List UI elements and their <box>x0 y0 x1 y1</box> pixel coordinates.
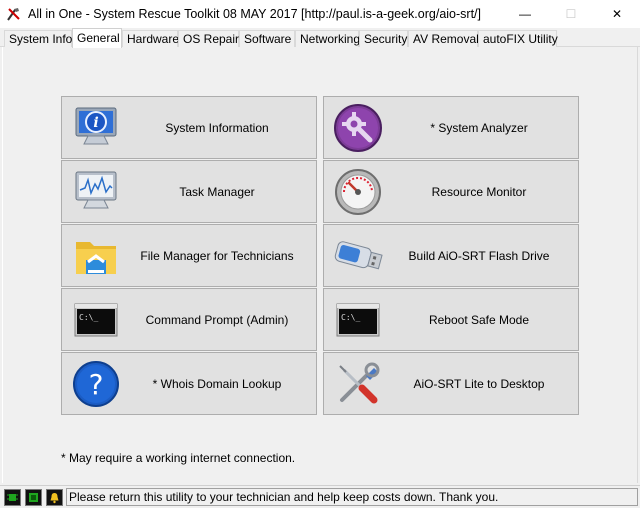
folder-icon <box>76 242 116 274</box>
lite-to-desktop-label: AiO-SRT Lite to Desktop <box>413 376 545 391</box>
usb-drive-icon <box>334 241 383 270</box>
tab-networking[interactable]: Networking <box>295 30 360 47</box>
chip-icon <box>4 488 21 506</box>
lite-to-desktop-button[interactable]: AiO-SRT Lite to Desktop <box>323 352 579 415</box>
tab-software[interactable]: Software <box>239 30 295 47</box>
tab-security[interactable]: Security <box>359 30 408 47</box>
tab-os-repair[interactable]: OS Repair <box>178 30 239 47</box>
svg-text:C:\_: C:\_ <box>79 313 98 322</box>
maximize-button[interactable]: ☐ <box>548 0 594 28</box>
system-analyzer-button[interactable]: * System Analyzer <box>323 96 579 159</box>
window-controls: — ☐ ✕ <box>502 0 640 28</box>
monitor-graph-icon <box>75 171 117 209</box>
app-icon <box>7 8 20 21</box>
monitor-info-icon: i <box>75 107 117 145</box>
build-flash-drive-label: Build AiO-SRT Flash Drive <box>408 248 550 263</box>
whois-lookup-label: * Whois Domain Lookup <box>152 376 282 391</box>
reboot-safe-mode-button[interactable]: C:\_ Reboot Safe Mode <box>323 288 579 351</box>
command-prompt-icon: C:\_ <box>74 303 118 337</box>
task-manager-label: Task Manager <box>179 184 255 199</box>
tab-general[interactable]: General <box>72 28 122 48</box>
svg-text:C:\_: C:\_ <box>341 313 360 322</box>
tab-strip: System Info General Hardware OS Repair S… <box>0 28 640 48</box>
file-manager-label: File Manager for Technicians <box>140 248 294 263</box>
svg-text:?: ? <box>89 368 104 401</box>
question-mark-icon: ? <box>73 361 119 407</box>
gauge-icon <box>335 169 381 215</box>
resource-monitor-button[interactable]: Resource Monitor <box>323 160 579 223</box>
whois-lookup-button[interactable]: ? * Whois Domain Lookup <box>61 352 317 415</box>
internet-footnote: * May require a working internet connect… <box>61 451 296 465</box>
tab-autofix-utility[interactable]: autoFIX Utility <box>478 30 558 47</box>
status-bar: Please return this utility to your techn… <box>0 485 640 508</box>
tab-system-info[interactable]: System Info <box>4 30 72 47</box>
build-flash-drive-button[interactable]: Build AiO-SRT Flash Drive <box>323 224 579 287</box>
command-prompt-icon: C:\_ <box>336 303 380 337</box>
command-prompt-label: Command Prompt (Admin) <box>145 312 289 327</box>
screwdriver-wrench-icon <box>339 362 380 404</box>
reboot-safe-mode-label: Reboot Safe Mode <box>428 312 530 327</box>
minimize-button[interactable]: — <box>502 0 548 28</box>
window-title: All in One - System Rescue Toolkit 08 MA… <box>28 7 481 21</box>
task-manager-button[interactable]: Task Manager <box>61 160 317 223</box>
system-information-button[interactable]: i System Information <box>61 96 317 159</box>
resource-monitor-label: Resource Monitor <box>431 184 527 199</box>
memory-icon <box>25 488 42 506</box>
system-analyzer-label: * System Analyzer <box>430 120 528 135</box>
title-bar: All in One - System Rescue Toolkit 08 MA… <box>0 0 640 28</box>
command-prompt-button[interactable]: C:\_ Command Prompt (Admin) <box>61 288 317 351</box>
system-information-label: System Information <box>165 120 269 135</box>
svg-text:i: i <box>93 115 98 131</box>
close-button[interactable]: ✕ <box>594 0 640 28</box>
bell-icon <box>46 488 63 506</box>
tab-hardware[interactable]: Hardware <box>122 30 179 47</box>
tab-av-removal[interactable]: AV Removal <box>408 30 479 47</box>
file-manager-button[interactable]: File Manager for Technicians <box>61 224 317 287</box>
status-message: Please return this utility to your techn… <box>66 488 638 506</box>
gear-wrench-icon <box>334 104 382 152</box>
